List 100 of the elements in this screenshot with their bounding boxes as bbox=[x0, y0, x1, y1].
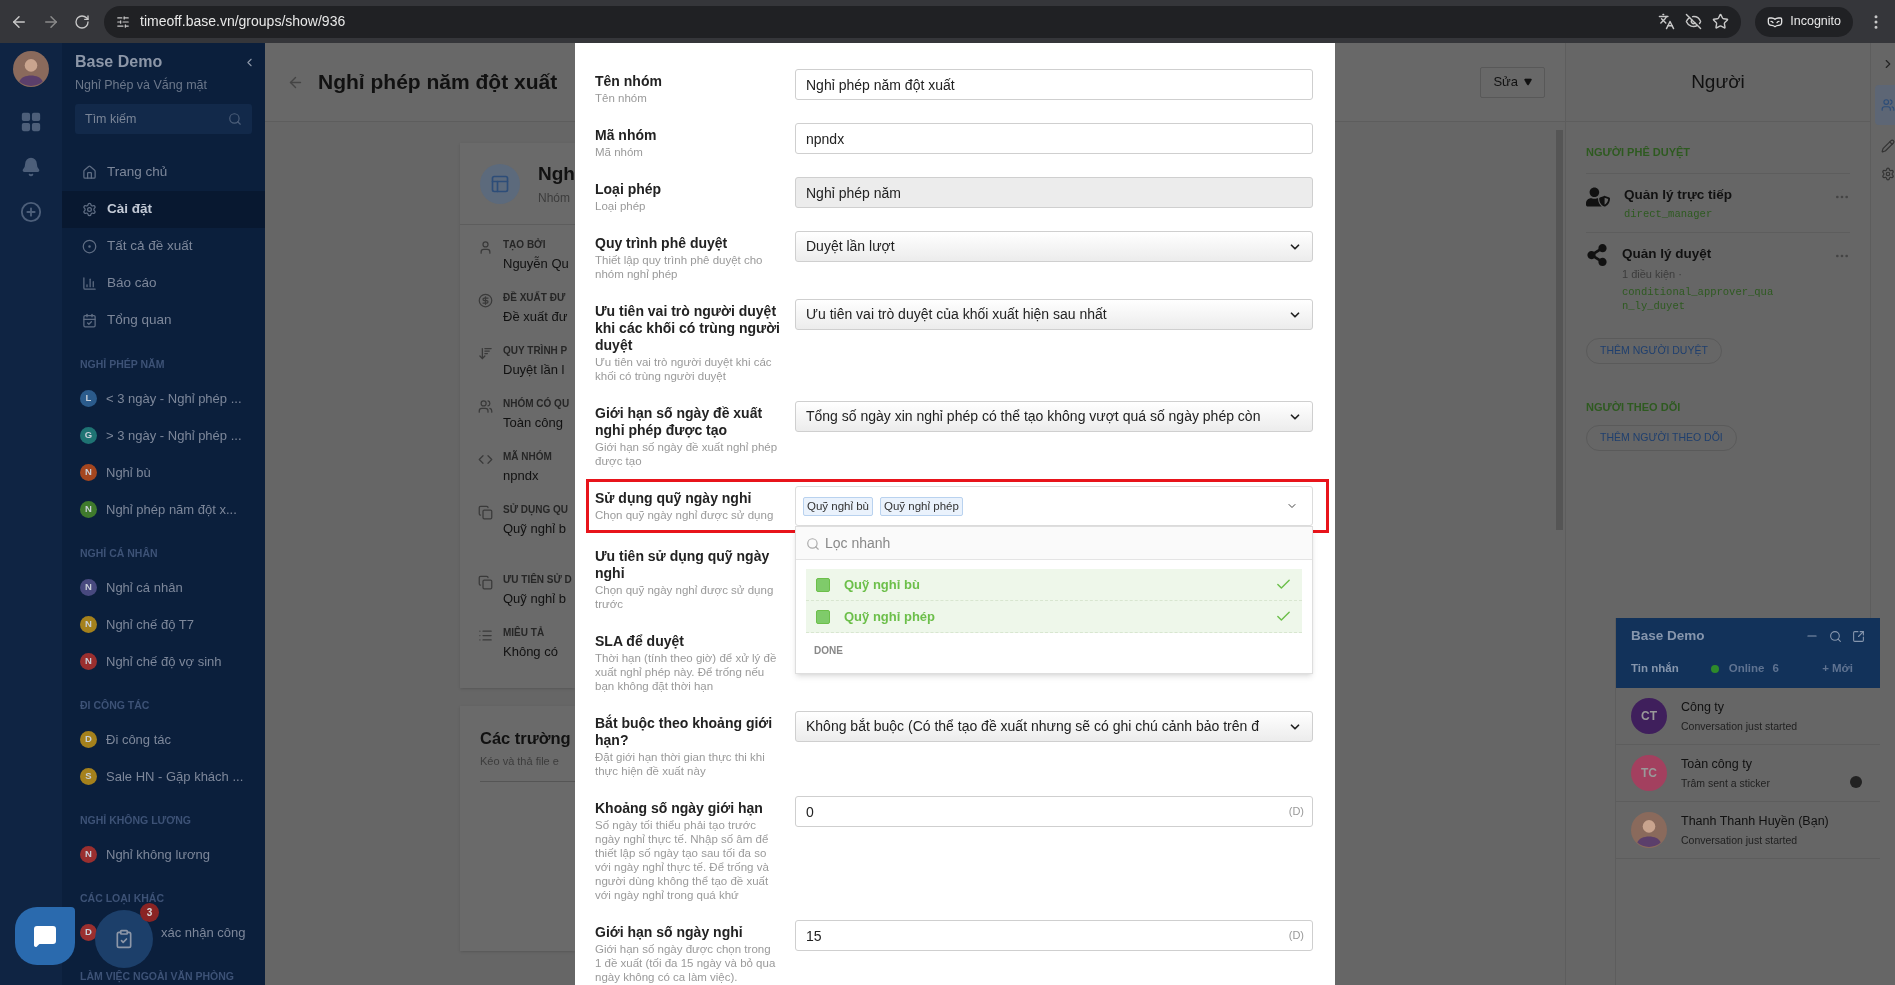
nav-item[interactable]: Tổng quan bbox=[62, 301, 265, 339]
clipboard-icon bbox=[114, 929, 134, 949]
search-icon[interactable] bbox=[1829, 629, 1842, 643]
settings-icon bbox=[82, 201, 97, 217]
chat-button[interactable] bbox=[15, 907, 75, 965]
eye-off-icon[interactable] bbox=[1685, 13, 1703, 30]
star-icon[interactable] bbox=[1712, 13, 1730, 30]
messages-tab[interactable]: Tin nhắn bbox=[1631, 660, 1679, 678]
done-button[interactable]: DONE bbox=[814, 643, 843, 658]
settings-icon[interactable] bbox=[1881, 167, 1895, 181]
field-title: Quy trình phê duyệt bbox=[595, 235, 729, 252]
field-label: ƯU TIÊN SỬ D bbox=[503, 572, 572, 587]
leave-group-item[interactable]: Nghỉ không lương bbox=[106, 844, 210, 864]
text-field[interactable]: Nghỉ phép năm bbox=[795, 177, 1313, 208]
field-description: Mã nhóm bbox=[595, 145, 644, 159]
letter-badge: D bbox=[80, 730, 97, 748]
leave-group-item[interactable]: Nghỉ phép năm đột x... bbox=[106, 499, 237, 519]
leave-group-item[interactable]: Nghỉ bù bbox=[106, 462, 151, 482]
home-icon bbox=[82, 164, 97, 180]
copy-icon bbox=[478, 575, 493, 590]
calendar-icon bbox=[82, 312, 97, 328]
field-description: Loại phép bbox=[595, 199, 647, 213]
avatar bbox=[1631, 812, 1667, 848]
letter-badge: G bbox=[80, 426, 97, 444]
field-value: Đề xuất đư bbox=[503, 308, 568, 326]
leave-group-item[interactable]: xác nhận công bbox=[161, 922, 246, 942]
select-field[interactable]: Không bắt buộc (Có thể tạo đề xuất nhưng sẽ có ghi chú cảnh bảo trên đ bbox=[795, 711, 1313, 742]
nav-item[interactable]: Báo cáo bbox=[62, 264, 265, 302]
field-title: Khoảng số ngày giới hạn bbox=[595, 800, 764, 817]
pencil-icon[interactable] bbox=[1881, 139, 1895, 153]
new-chat-button[interactable]: + Mới bbox=[1822, 660, 1853, 678]
field-description: Ưu tiên vai trò người duyệt khi các khối có trùng người duyệt bbox=[595, 355, 773, 383]
letter-badge: N bbox=[80, 652, 97, 670]
nav-item[interactable]: Tất cả đề xuất bbox=[62, 227, 265, 265]
selected-tag: Quỹ nghỉ phép bbox=[880, 496, 963, 516]
field-label: QUY TRÌNH P bbox=[503, 343, 568, 358]
field-label: TẠO BỞI bbox=[503, 237, 547, 252]
bell-icon[interactable] bbox=[21, 157, 41, 177]
avatar bbox=[13, 51, 49, 87]
multi-select-field[interactable]: Quỹ nghỉ bù Quỹ nghỉ phép bbox=[795, 486, 1313, 526]
leave-group-item[interactable]: Sale HN - Gặp khách ... bbox=[106, 766, 244, 786]
checkbox[interactable] bbox=[816, 577, 830, 592]
incognito-badge[interactable]: Incognito bbox=[1755, 6, 1853, 37]
card-title: Các trường bbox=[480, 728, 572, 749]
url-text: timeoff.base.vn/groups/show/936 bbox=[140, 12, 346, 31]
field-value: Toàn công bbox=[503, 414, 564, 432]
share-icon bbox=[1586, 243, 1608, 266]
target-icon bbox=[82, 238, 97, 254]
field-value: npndx bbox=[503, 467, 540, 485]
text-field[interactable]: npndx bbox=[795, 123, 1313, 154]
leave-group-item[interactable]: > 3 ngày - Nghỉ phép ... bbox=[106, 425, 242, 445]
chat-icon bbox=[33, 924, 57, 948]
conversation-item[interactable]: TC Toàn công ty Trâm sent a sticker bbox=[1616, 745, 1880, 802]
field-value: Không có bbox=[503, 643, 558, 661]
edit-button[interactable]: Sửa bbox=[1480, 66, 1545, 98]
selected-tag: Quỹ nghỉ bù bbox=[803, 496, 873, 516]
checkbox[interactable] bbox=[816, 609, 830, 624]
translate-icon[interactable] bbox=[1658, 13, 1676, 30]
leave-group-item[interactable]: Nghỉ chế độ T7 bbox=[106, 614, 194, 634]
search-icon bbox=[228, 111, 242, 126]
unit-label: (D) bbox=[1288, 929, 1304, 942]
leave-group-item[interactable]: Nghỉ chế độ vợ sinh bbox=[106, 651, 222, 671]
reload-icon[interactable] bbox=[74, 13, 90, 30]
text-field[interactable]: Nghỉ phép năm đột xuất bbox=[795, 69, 1313, 100]
field-value: Nguyễn Qu bbox=[503, 255, 569, 273]
field-description: Tên nhóm bbox=[595, 91, 648, 105]
leave-group-item[interactable]: Đi công tác bbox=[106, 729, 172, 749]
apps-icon[interactable] bbox=[20, 111, 42, 133]
letter-badge: N bbox=[80, 500, 97, 518]
caret-icon bbox=[1524, 78, 1532, 86]
leave-group-item[interactable]: < 3 ngày - Nghỉ phép ... bbox=[106, 388, 242, 408]
address-bar[interactable]: timeoff.base.vn/groups/show/936 bbox=[104, 5, 1742, 38]
nav-item[interactable]: Cài đặt bbox=[62, 190, 265, 228]
section-title: NGƯỜI THEO DÕI bbox=[1586, 399, 1682, 415]
nav-item[interactable]: Trang chủ bbox=[62, 153, 265, 191]
conversation-item[interactable]: CT Công ty Conversation just started bbox=[1616, 688, 1880, 745]
select-field[interactable]: Tổng số ngày xin nghỉ phép có thể tạo không vượt quá số ngày phép còn bbox=[795, 401, 1313, 432]
field-title: Tên nhóm bbox=[595, 73, 663, 90]
users-icon bbox=[478, 399, 493, 414]
field-label: NHÓM CÓ QU bbox=[503, 396, 570, 411]
conversation-item[interactable]: Thanh Thanh Huyền (Bạn) Conversation just started bbox=[1616, 802, 1880, 859]
filter-field[interactable]: Lọc nhanh bbox=[796, 527, 1312, 560]
field-description: Số ngày tối thiểu phải tạo trước ngày nghỉ thực tế. Nhập số âm để thiết lập số ngày tạo sau tối đa so với ngày nghỉ thực tế. Để trống và người dùng không thể tạo đề xuất với ngày nghỉ trong quá khứ bbox=[595, 818, 770, 902]
leave-group-item[interactable]: Nghỉ cá nhân bbox=[106, 577, 183, 597]
conversation-name: Thanh Thanh Huyền (Bạn) bbox=[1681, 812, 1829, 830]
search-field[interactable]: Tìm kiếm bbox=[75, 103, 252, 134]
select-field[interactable]: Ưu tiên vai trò duyệt của khối xuất hiện sau nhất bbox=[795, 299, 1313, 330]
field-description: Giới hạn số ngày được chọn trong 1 đề xuất (tối đa 15 ngày và bỏ qua ngày không có ca làm việc). bbox=[595, 942, 777, 984]
panel-title: Người bbox=[1691, 69, 1745, 94]
letter-badge: L bbox=[80, 389, 97, 407]
select-field[interactable]: Duyệt lần lượt bbox=[795, 231, 1313, 262]
card-title: Ngh bbox=[538, 162, 575, 187]
field-label: MIÊU TẢ bbox=[503, 625, 546, 640]
conversation-preview: Conversation just started bbox=[1681, 718, 1798, 734]
site-settings-icon[interactable] bbox=[116, 14, 130, 29]
pop-out-icon[interactable] bbox=[1852, 629, 1865, 643]
field-description: Chọn quỹ ngày nghỉ được sử dụng bbox=[595, 508, 775, 522]
add-icon[interactable] bbox=[20, 201, 42, 223]
online-label[interactable]: Online bbox=[1728, 660, 1765, 678]
field-title: Giới hạn số ngày nghỉ bbox=[595, 924, 744, 941]
